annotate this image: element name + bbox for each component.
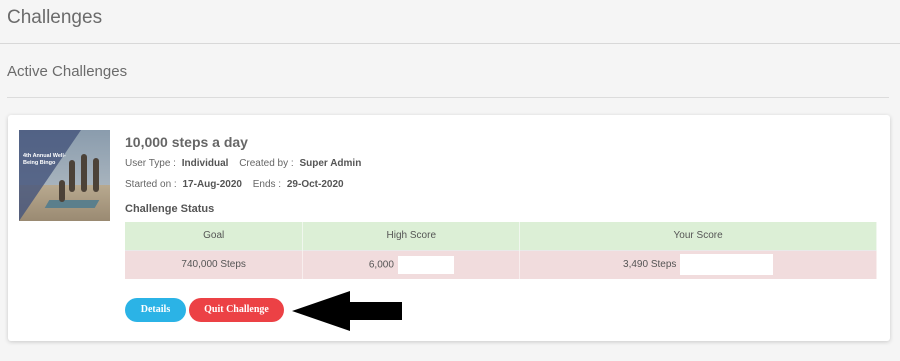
challenge-status-table: Goal High Score Your Score 740,000 Steps… — [125, 222, 877, 279]
user-type-value: Individual — [181, 158, 229, 169]
page-header: Challenges — [0, 0, 900, 44]
redacted-box — [397, 255, 454, 274]
goal-value: 740,000 Steps — [181, 259, 246, 271]
goal-header: Goal — [125, 222, 304, 250]
user-type-label: User Type : — [125, 158, 176, 169]
high-score-cell: 6,000 — [302, 249, 521, 279]
challenge-name: 10,000 steps a day — [125, 134, 248, 150]
section-divider — [7, 97, 889, 98]
status-value-row: 740,000 Steps 6,000 3,490 Steps — [125, 249, 877, 279]
section-title: Active Challenges — [7, 63, 128, 80]
image-caption-panel — [19, 130, 81, 221]
challenge-meta-row-2: Started on : 17-Aug-2020 Ends : 29-Oct-2… — [125, 179, 352, 190]
image-person — [81, 154, 87, 192]
your-score-cell: 3,490 Steps — [519, 249, 877, 279]
challenge-image: 4th Annual Well-Being Bingo — [19, 130, 110, 221]
challenge-card: 4th Annual Well-Being Bingo 10,000 steps… — [8, 115, 890, 341]
black-arrow-left-icon — [292, 291, 402, 331]
challenge-meta-row-1: User Type : Individual Created by : Supe… — [125, 158, 369, 169]
started-on-label: Started on : — [125, 179, 177, 190]
page-title: Challenges — [7, 7, 103, 28]
started-on-value: 17-Aug-2020 — [182, 179, 242, 190]
created-by-label: Created by : — [239, 158, 294, 169]
high-score-header: High Score — [302, 222, 521, 250]
quit-challenge-button[interactable]: Quit Challenge — [189, 298, 284, 322]
image-person — [93, 158, 99, 192]
challenge-status-title: Challenge Status — [125, 203, 215, 215]
high-score-value: 6,000 — [368, 259, 394, 271]
image-caption: 4th Annual Well-Being Bingo — [23, 153, 66, 166]
details-button[interactable]: Details — [125, 298, 186, 322]
redacted-box — [680, 254, 774, 276]
your-score-header: Your Score — [519, 222, 877, 250]
ends-label: Ends : — [252, 179, 282, 190]
status-header-row: Goal High Score Your Score — [125, 222, 877, 250]
ends-value: 29-Oct-2020 — [286, 179, 344, 190]
your-score-value: 3,490 Steps — [623, 259, 677, 271]
arrow-shape — [292, 291, 402, 331]
goal-value-cell: 740,000 Steps — [125, 249, 304, 279]
created-by-value: Super Admin — [299, 158, 362, 169]
